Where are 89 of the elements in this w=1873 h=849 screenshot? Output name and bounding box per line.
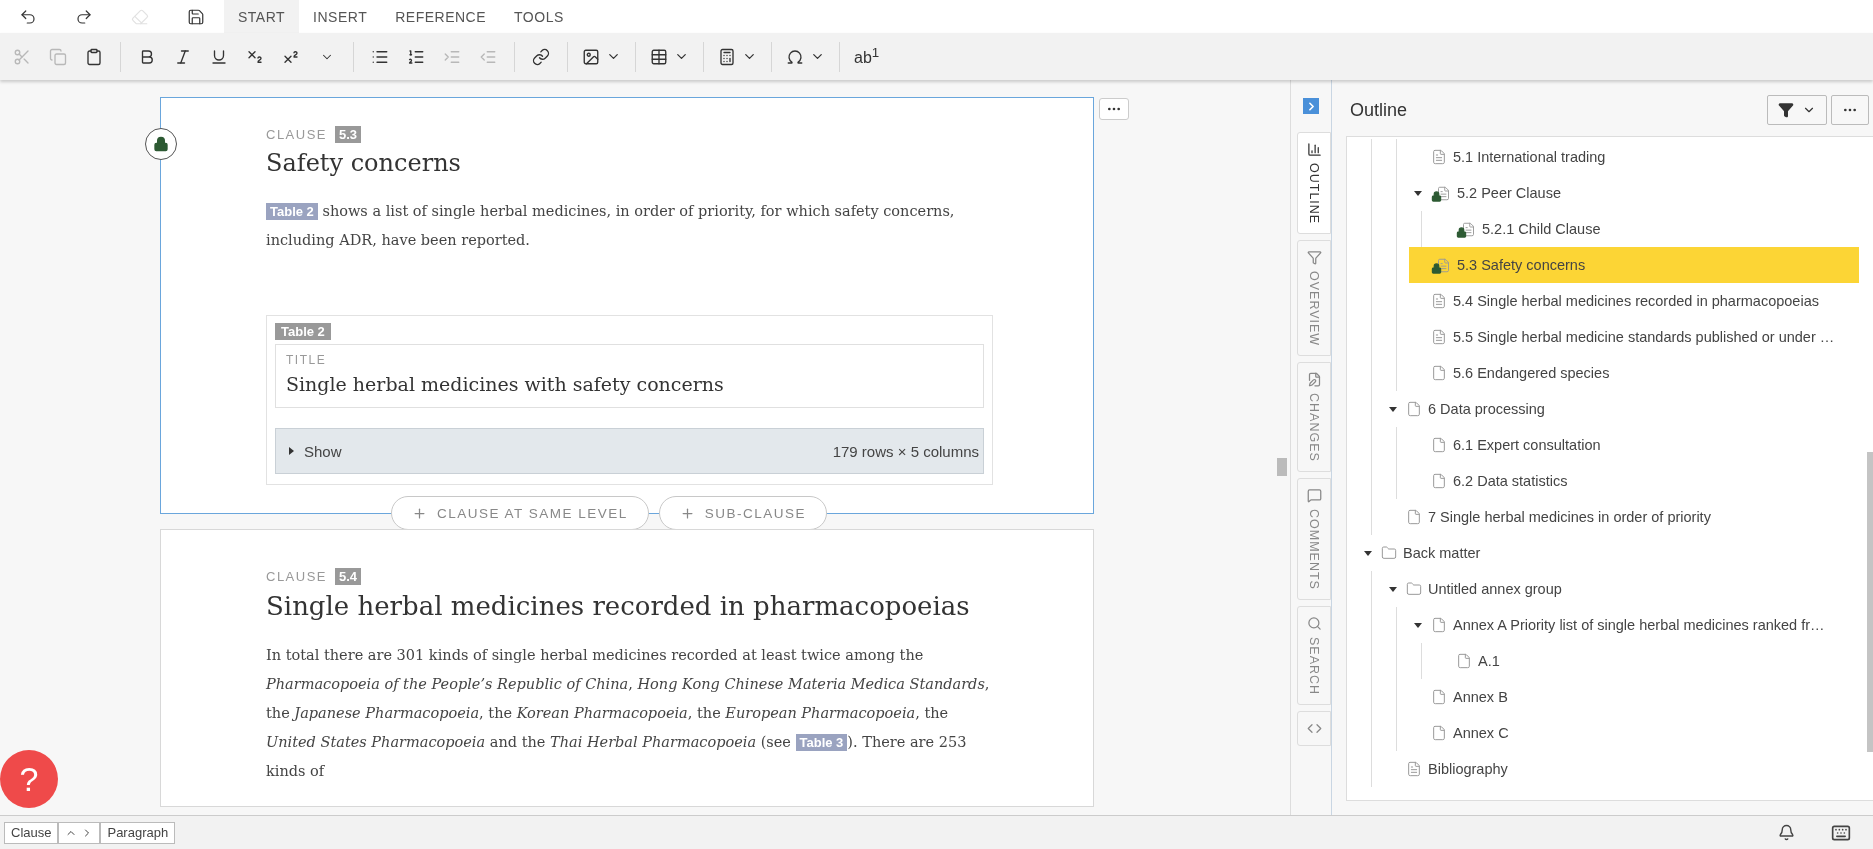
document-icon xyxy=(1456,653,1472,669)
italic-icon xyxy=(174,47,192,66)
outline-item[interactable]: 5.6 Endangered species xyxy=(1409,355,1859,391)
side-tab[interactable]: OUTLINE xyxy=(1297,132,1331,235)
calculator-icon xyxy=(718,47,736,66)
document-icon xyxy=(1431,437,1447,453)
paragraph: Table 2 shows a list of single herbal medicines, in order of priority, for which safety concerns, including ADR, have been reported. xyxy=(266,202,956,250)
clause-label: CLAUSE xyxy=(266,569,328,584)
search-icon xyxy=(1306,616,1322,632)
outline-item[interactable]: 6 Data processing xyxy=(1384,391,1859,427)
document-icon xyxy=(1431,329,1447,345)
outline-item[interactable]: 5.1 International trading xyxy=(1409,139,1859,175)
copy-icon xyxy=(49,47,67,66)
document-icon xyxy=(1431,725,1447,741)
superscript-text-button[interactable]: ab$^{1}$ xyxy=(849,39,885,74)
collapse-panel-icon[interactable] xyxy=(1303,98,1319,114)
plus-icon xyxy=(679,505,695,521)
outline-item[interactable]: Annex B xyxy=(1409,679,1859,715)
clause-number: 5.3 xyxy=(335,126,362,143)
document-icon xyxy=(1431,293,1447,309)
clause-number: 5.4 xyxy=(335,568,362,585)
paste-icon xyxy=(85,47,103,66)
document-icon xyxy=(1406,509,1422,525)
document-icon xyxy=(1431,473,1447,489)
locked-document-icon xyxy=(1431,184,1451,202)
outline-item[interactable]: 6.1 Expert consultation xyxy=(1409,427,1859,463)
outline-item[interactable]: Annex A Priority list of single herbal medicines ranked fr… xyxy=(1409,607,1859,643)
outline-item[interactable]: 5.2 Peer Clause xyxy=(1409,175,1859,211)
document-icon xyxy=(1431,617,1447,633)
funnel-icon xyxy=(1306,250,1322,266)
lock-button[interactable] xyxy=(145,128,177,160)
table-icon xyxy=(650,47,668,66)
document-icon xyxy=(1406,761,1422,777)
special-character-icon xyxy=(786,47,804,66)
document-icon xyxy=(1406,401,1422,417)
outline-item[interactable]: A.1 xyxy=(1434,643,1859,679)
filter-dropdown[interactable] xyxy=(1767,95,1827,125)
outline-item[interactable]: 5.5 Single herbal medicine standards published or under … xyxy=(1409,319,1859,355)
breadcrumb-item[interactable]: Clause xyxy=(4,821,59,844)
scrollbar[interactable] xyxy=(1867,452,1873,752)
breadcrumb-item[interactable]: Paragraph xyxy=(100,821,176,844)
menu-tab[interactable]: INSERT xyxy=(299,0,382,33)
clause-title: Single herbal medicines recorded in pharmacopoeias xyxy=(266,591,971,621)
menu-tab[interactable]: START xyxy=(224,0,300,33)
show-table-toggle[interactable]: Show 179 rows × 5 columns xyxy=(275,428,984,474)
link-icon xyxy=(532,47,550,66)
outline-item[interactable]: 5.2.1 Child Clause xyxy=(1434,211,1859,247)
plus-icon xyxy=(412,505,427,521)
field-value: Single herbal medicines with safety concerns xyxy=(286,373,725,395)
numbered-list-icon xyxy=(407,47,425,66)
document-icon xyxy=(1431,149,1447,165)
table-title-field[interactable]: TITLE Single herbal medicines with safety concerns xyxy=(275,344,984,408)
menu-tab[interactable]: TOOLS xyxy=(500,0,578,33)
clause-title: Safety concerns xyxy=(266,149,462,177)
outline-item[interactable]: 5.3 Safety concerns xyxy=(1409,247,1859,283)
menu-tab[interactable]: REFERENCE xyxy=(381,0,501,33)
locked-document-icon xyxy=(1456,220,1476,238)
outline-item[interactable]: 5.4 Single herbal medicines recorded in pharmacopoeias xyxy=(1409,283,1859,319)
image-icon xyxy=(582,47,600,66)
outline-item[interactable]: Untitled annex group xyxy=(1384,571,1859,607)
more-options-button[interactable] xyxy=(1099,98,1129,120)
outline-item[interactable]: 7 Single herbal medicines in order of priority xyxy=(1384,499,1859,535)
paragraph: In total there are 301 kinds of single herbal medicines recorded at least twice among the Pharmacopoeia of the People’s Republic of China, Hong Kong Chinese Materia Medica Standards, the Japanese Pharmacopoeia, the Korean Pharmacopoeia, the European Pharmacopoeia, the United States Pharmacopoeia and the Thai Herbal Pharmacopoeia (see Table 3 ). There are 253 kinds of xyxy=(266,646,991,781)
help-button[interactable]: ? xyxy=(0,750,58,808)
outline-icon xyxy=(1306,142,1322,157)
cut-icon xyxy=(13,47,31,66)
table-size-summary: 179 rows × 5 columns xyxy=(832,442,979,460)
outline-item[interactable]: 6.2 Data statistics xyxy=(1409,463,1859,499)
outline-item[interactable]: Bibliography xyxy=(1384,751,1859,787)
table-tag: Table 2 xyxy=(275,323,331,340)
document-icon xyxy=(1431,689,1447,705)
add-clause-button[interactable]: SUB-CLAUSE xyxy=(658,496,828,530)
folder-icon xyxy=(1406,581,1422,597)
filter-icon xyxy=(1778,102,1794,118)
folder-icon xyxy=(1381,545,1397,561)
edit-document-icon xyxy=(1306,372,1322,388)
document-icon xyxy=(1431,365,1447,381)
underline-icon xyxy=(210,47,228,66)
field-label: TITLE xyxy=(286,353,328,367)
panel-title: Outline xyxy=(1350,99,1409,121)
add-clause-button[interactable]: CLAUSE AT SAME LEVEL xyxy=(391,496,649,530)
toggle-label: Show xyxy=(304,442,342,460)
clause-label: CLAUSE xyxy=(266,127,328,142)
lock-icon xyxy=(153,136,169,152)
bell-icon[interactable] xyxy=(1778,824,1795,841)
locked-document-icon xyxy=(1431,256,1451,274)
outline-item[interactable]: Back matter xyxy=(1359,535,1859,571)
outline-item[interactable]: Annex C xyxy=(1409,715,1859,751)
comment-icon xyxy=(1306,488,1322,504)
